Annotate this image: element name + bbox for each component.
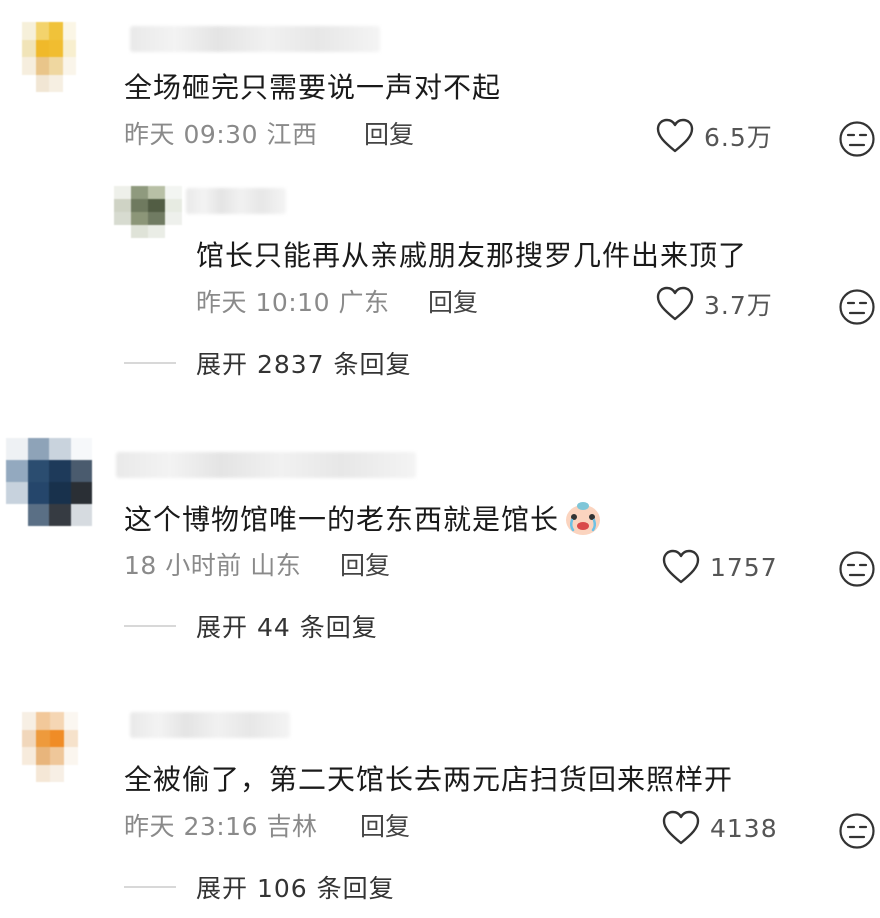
neutral-face-icon[interactable] (838, 812, 876, 850)
comment-time: 18 小时前 (124, 551, 242, 580)
username-blurred[interactable] (116, 452, 416, 478)
avatar[interactable] (22, 712, 78, 782)
expand-divider (124, 362, 176, 364)
like-button[interactable]: 3.7万 (656, 286, 773, 322)
avatar[interactable] (22, 22, 76, 92)
comment-text-content: 这个博物馆唯一的老东西就是馆长 (124, 503, 560, 536)
like-button[interactable]: 4138 (662, 810, 778, 846)
expand-replies-label: 展开 44 条回复 (196, 613, 378, 642)
heart-outline-icon (662, 549, 700, 584)
neutral-face-icon[interactable] (838, 550, 876, 588)
expand-replies-button[interactable]: 展开 44 条回复 (124, 608, 378, 644)
like-button[interactable]: 1757 (662, 549, 778, 585)
crying-face-emoji (566, 502, 601, 535)
expand-replies-button[interactable]: 展开 106 条回复 (124, 869, 395, 905)
reply-button[interactable]: 回复 (364, 120, 414, 150)
reply-time: 昨天 10:10 (196, 288, 330, 317)
reply-button[interactable]: 回复 (360, 812, 410, 842)
username-blurred[interactable] (130, 26, 380, 52)
like-count: 6.5万 (704, 123, 773, 152)
reply-meta: 昨天 10:10 广东 (196, 288, 389, 318)
username-blurred[interactable] (130, 712, 290, 738)
like-button[interactable]: 6.5万 (656, 118, 773, 154)
comment-text: 全场砸完只需要说一声对不起 (124, 71, 502, 104)
expand-replies-label: 展开 2837 条回复 (196, 350, 412, 379)
expand-replies-label: 展开 106 条回复 (196, 874, 395, 903)
like-count: 3.7万 (704, 291, 773, 320)
comment-time: 昨天 09:30 (124, 120, 258, 149)
avatar[interactable] (6, 438, 92, 526)
like-count: 1757 (710, 552, 778, 582)
heart-outline-icon (662, 810, 700, 845)
reply-button[interactable]: 回复 (428, 288, 478, 318)
comment-time: 昨天 23:16 (124, 812, 258, 841)
comment-text: 这个博物馆唯一的老东西就是馆长 (124, 502, 603, 538)
neutral-face-icon[interactable] (838, 288, 876, 326)
reply-button[interactable]: 回复 (340, 551, 390, 581)
comment-text: 全被偷了，第二天馆长去两元店扫货回来照样开 (124, 763, 734, 796)
expand-divider (124, 625, 176, 627)
expand-replies-button[interactable]: 展开 2837 条回复 (124, 345, 412, 381)
comment-meta: 18 小时前 山东 (124, 551, 301, 581)
comment-meta: 昨天 23:16 吉林 (124, 812, 317, 842)
reply-avatar[interactable] (114, 186, 182, 238)
comment-location: 吉林 (266, 812, 318, 841)
comment-meta: 昨天 09:30 江西 (124, 120, 317, 150)
reply-username-blurred[interactable] (186, 188, 286, 214)
heart-outline-icon (656, 118, 694, 153)
comment-location: 江西 (266, 120, 318, 149)
like-count: 4138 (710, 813, 778, 843)
heart-outline-icon (656, 286, 694, 321)
comment-location: 山东 (250, 551, 302, 580)
reply-text: 馆长只能再从亲戚朋友那搜罗几件出来顶了 (196, 239, 748, 272)
reply-location: 广东 (338, 288, 390, 317)
neutral-face-icon[interactable] (838, 120, 876, 158)
expand-divider (124, 886, 176, 888)
